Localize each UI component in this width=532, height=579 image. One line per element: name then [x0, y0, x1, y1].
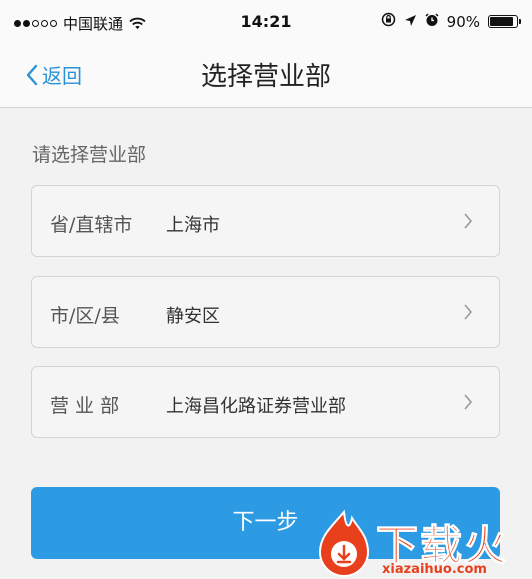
- alarm-icon: [425, 12, 439, 31]
- orientation-lock-icon: [381, 12, 396, 31]
- province-selector[interactable]: 省/直辖市 上海市: [31, 185, 500, 257]
- chevron-right-icon: [463, 303, 473, 321]
- location-arrow-icon: [404, 13, 417, 31]
- watermark-url: xiazaihuo.com: [382, 562, 487, 577]
- next-step-button[interactable]: 下一步: [31, 487, 500, 559]
- battery-percent: 90%: [446, 12, 480, 31]
- chevron-right-icon: [463, 212, 473, 230]
- district-selector[interactable]: 市/区/县 静安区: [31, 276, 500, 348]
- battery-icon: [488, 15, 521, 28]
- row-value: 静安区: [166, 306, 220, 327]
- row-value: 上海昌化路证券营业部: [166, 396, 346, 417]
- row-label: 市/区/县: [50, 305, 120, 327]
- row-value: 上海市: [166, 215, 220, 236]
- page-title: 选择营业部: [200, 62, 331, 92]
- navigation-bar: 返回 选择营业部: [0, 44, 532, 108]
- status-bar-right: 90%: [381, 12, 521, 31]
- row-label: 省/直辖市: [50, 214, 133, 236]
- branch-selector[interactable]: 营 业 部 上海昌化路证券营业部: [31, 366, 500, 438]
- battery-fill: [490, 17, 514, 26]
- row-label: 营 业 部: [50, 395, 120, 417]
- status-bar: 中国联通 14:21 90%: [0, 0, 532, 44]
- section-label: 请选择营业部: [32, 144, 147, 166]
- chevron-right-icon: [463, 393, 473, 411]
